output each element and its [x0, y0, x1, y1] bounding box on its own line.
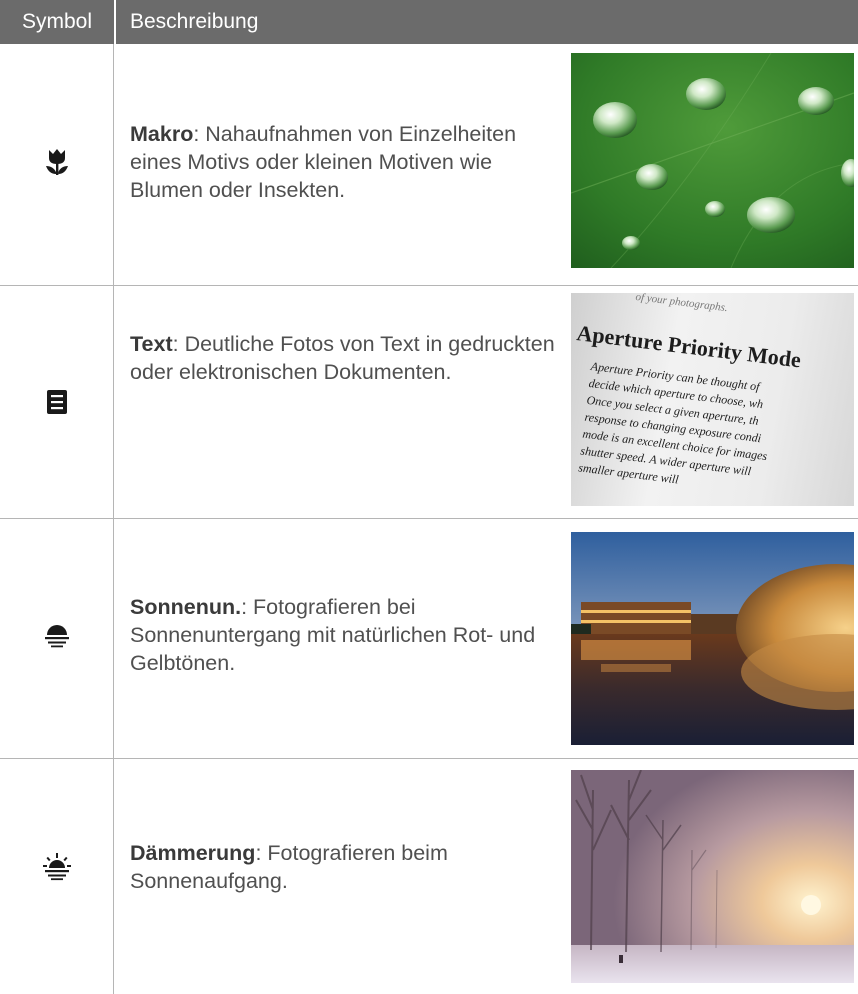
row-text: : Deutliche Fotos von Text in gedruckten…: [130, 332, 555, 384]
table-row-dawn: Dämmerung: Fotografieren beim Sonnenaufg…: [0, 759, 858, 994]
photo-body: Aperture Priority can be thought of deci…: [577, 358, 776, 499]
table-row-macro: Makro: Nahaufnahmen von Einzelheiten ein…: [0, 44, 858, 285]
dawn-icon: [43, 853, 71, 881]
header-divider: [114, 0, 116, 44]
water-drops-on-leaf-photo: [571, 53, 854, 268]
table-row-text: Text: Deutliche Fotos von Text in gedruc…: [0, 286, 858, 518]
row-description: Dämmerung: Fotografieren beim Sonnenaufg…: [130, 839, 560, 895]
row-description: Text: Deutliche Fotos von Text in gedruc…: [130, 330, 560, 386]
header-description: Beschreibung: [130, 10, 259, 33]
table-header: Symbol Beschreibung: [0, 0, 858, 44]
misty-sunrise-forest-photo: [571, 770, 854, 983]
row-description: Makro: Nahaufnahmen von Einzelheiten ein…: [130, 120, 560, 204]
row-title: Sonnenun.: [130, 595, 242, 619]
row-description: Sonnenun.: Fotografieren bei Sonnenunter…: [130, 593, 560, 677]
city-sunset-reflection-photo: [571, 532, 854, 745]
sunset-icon: [45, 625, 69, 648]
row-title: Makro: [130, 122, 194, 146]
text-document-icon: [47, 390, 67, 414]
table-row-sunset: Sonnenun.: Fotografieren bei Sonnenunter…: [0, 519, 858, 758]
printed-text-page-photo: of your photographs. Aperture Priority M…: [571, 293, 854, 506]
macro-flower-icon: [46, 149, 68, 175]
photo-top-line: of your photographs.: [634, 293, 729, 315]
header-symbol: Symbol: [21, 10, 93, 33]
row-title: Dämmerung: [130, 841, 256, 865]
row-title: Text: [130, 332, 173, 356]
